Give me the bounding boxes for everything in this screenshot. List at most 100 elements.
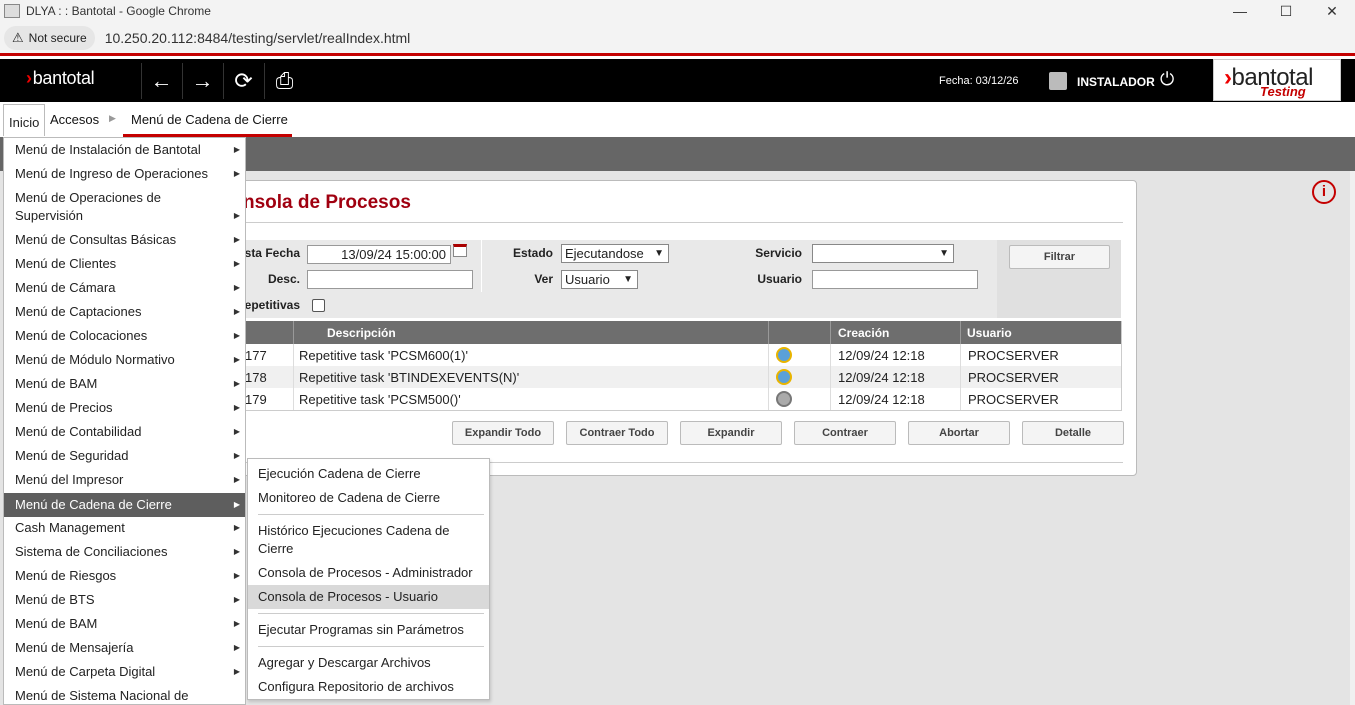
app-header: ›bantotal ← → ⟳ ⎙ Fecha: 03/12/26 INSTAL… xyxy=(0,59,1355,102)
menu-item-bts[interactable]: Menú de BTS ▶ xyxy=(4,591,245,609)
security-label: Not secure xyxy=(28,30,87,45)
usuario-input[interactable] xyxy=(812,270,978,289)
detalle-button[interactable]: Detalle xyxy=(1022,421,1124,445)
chevron-right-icon: ▶ xyxy=(233,451,240,460)
power-icon[interactable]: ⏻ xyxy=(1160,69,1174,90)
submenu-item-ejecutar-programas[interactable]: Ejecutar Programas sin Parámetros xyxy=(248,621,489,639)
chevron-down-icon: ▼ xyxy=(623,274,633,285)
menu-item-seguridad[interactable]: Menú de Seguridad ▶ xyxy=(4,447,245,465)
repetitivas-checkbox[interactable] xyxy=(312,299,325,312)
grid-border xyxy=(243,321,1122,411)
submenu-divider xyxy=(258,646,484,647)
estado-select[interactable]: Ejecutandose ▼ xyxy=(561,244,669,263)
menu-item-precios[interactable]: Menú de Precios ▶ xyxy=(4,399,245,417)
bantotal-logo[interactable]: ›bantotal xyxy=(26,68,95,89)
submenu-item-repositorio[interactable]: Configura Repositorio de archivos xyxy=(248,678,489,696)
expandir-todo-button[interactable]: Expandir Todo xyxy=(452,421,554,445)
menu-item-sistema-nacional[interactable]: Menú de Sistema Nacional de xyxy=(4,687,245,704)
breadcrumb: Inicio Accesos ▶ Menú de Cadena de Cierr… xyxy=(0,102,1355,137)
repetitivas-label: epetitivas xyxy=(244,298,300,312)
cadena-cierre-submenu: Ejecución Cadena de Cierre Monitoreo de … xyxy=(247,458,490,700)
page-title: nsola de Procesos xyxy=(243,192,411,213)
fecha-filter-input[interactable]: 13/09/24 15:00:00 xyxy=(307,245,451,264)
estado-label: Estado xyxy=(512,246,553,260)
submenu-item-monitoreo[interactable]: Monitoreo de Cadena de Cierre xyxy=(248,489,489,507)
minimize-button[interactable]: — xyxy=(1217,0,1263,22)
chevron-right-icon: ▶ xyxy=(233,169,240,178)
arrow-left-icon[interactable]: ← xyxy=(141,63,181,99)
desc-input[interactable] xyxy=(307,270,473,289)
contraer-todo-button[interactable]: Contraer Todo xyxy=(566,421,668,445)
close-button[interactable]: ✕ xyxy=(1309,0,1355,22)
menu-item-instalacion[interactable]: Menú de Instalación de Bantotal ▶ xyxy=(4,141,245,159)
chevron-right-icon: ▶ xyxy=(233,571,240,580)
ver-value: Usuario xyxy=(565,272,610,287)
arrow-right-icon[interactable]: → xyxy=(182,63,222,99)
menu-item-cash-management[interactable]: Cash Management ▶ xyxy=(4,519,245,537)
brand-environment: Testing xyxy=(1260,84,1306,99)
submenu-item-consola-usuario[interactable]: Consola de Procesos - Usuario xyxy=(248,585,489,609)
refresh-icon[interactable]: ⟳ xyxy=(223,63,263,99)
chevron-right-icon: ▶ xyxy=(233,547,240,556)
menu-item-mensajeria[interactable]: Menú de Mensajería ▶ xyxy=(4,639,245,657)
chevron-right-icon: ▶ xyxy=(233,145,240,154)
ver-select[interactable]: Usuario ▼ xyxy=(561,270,638,289)
maximize-button[interactable]: ☐ xyxy=(1263,0,1309,22)
submenu-divider xyxy=(258,613,484,614)
breadcrumb-accesos[interactable]: Accesos xyxy=(50,112,99,127)
submenu-item-agregar-archivos[interactable]: Agregar y Descargar Archivos xyxy=(248,654,489,672)
chevron-right-icon: ▶ xyxy=(233,427,240,436)
contraer-button[interactable]: Contraer xyxy=(794,421,896,445)
menu-item-camara[interactable]: Menú de Cámara ▶ xyxy=(4,279,245,297)
security-chip[interactable]: ⚠ Not secure xyxy=(4,25,95,50)
chevron-right-icon: ▶ xyxy=(233,355,240,364)
chevron-right-icon: ▶ xyxy=(233,475,240,484)
info-icon[interactable]: i xyxy=(1312,180,1336,204)
menu-item-carpeta-digital[interactable]: Menú de Carpeta Digital ▶ xyxy=(4,663,245,681)
menu-item-riesgos[interactable]: Menú de Riesgos ▶ xyxy=(4,567,245,585)
expandir-button[interactable]: Expandir xyxy=(680,421,782,445)
menu-item-operaciones-supervision[interactable]: Menú de Operaciones de Supervisión ▶ xyxy=(4,189,245,225)
menu-item-consultas-basicas[interactable]: Menú de Consultas Básicas ▶ xyxy=(4,231,245,249)
main-menu: Menú de Instalación de Bantotal ▶ Menú de… xyxy=(3,137,246,705)
filtrar-button[interactable]: Filtrar xyxy=(1009,245,1110,269)
breadcrumb-current[interactable]: Menú de Cadena de Cierre xyxy=(131,112,288,127)
menu-item-conciliaciones[interactable]: Sistema de Conciliaciones ▶ xyxy=(4,543,245,561)
chevron-right-icon: ▶ xyxy=(233,595,240,604)
menu-item-cadena-cierre[interactable]: Menú de Cadena de Cierre ▶ xyxy=(4,493,245,517)
ver-label: Ver xyxy=(534,272,553,286)
menu-item-contabilidad[interactable]: Menú de Contabilidad ▶ xyxy=(4,423,245,441)
chevron-right-icon: ▶ xyxy=(233,331,240,340)
submenu-item-ejecucion[interactable]: Ejecución Cadena de Cierre xyxy=(248,465,489,483)
username[interactable]: INSTALADOR xyxy=(1077,75,1155,89)
url-field[interactable]: 10.250.20.112:8484/testing/servlet/realI… xyxy=(105,30,411,46)
window-titlebar: DLYA : : Bantotal - Google Chrome — ☐ ✕ xyxy=(0,0,1355,22)
menu-item-impresor[interactable]: Menú del Impresor ▶ xyxy=(4,471,245,489)
chevron-right-icon: ▶ xyxy=(233,667,240,676)
submenu-divider xyxy=(258,514,484,515)
breadcrumb-separator-icon: ▶ xyxy=(109,113,116,123)
breadcrumb-home[interactable]: Inicio xyxy=(3,104,45,136)
page-scrollbar[interactable] xyxy=(1350,171,1355,705)
print-icon[interactable]: ⎙ xyxy=(264,63,304,99)
menu-item-colocaciones[interactable]: Menú de Colocaciones ▶ xyxy=(4,327,245,345)
menu-item-ingreso-operaciones[interactable]: Menú de Ingreso de Operaciones ▶ xyxy=(4,165,245,183)
submenu-item-consola-admin[interactable]: Consola de Procesos - Administrador xyxy=(248,564,489,582)
menu-item-bam[interactable]: Menú de BAM ▶ xyxy=(4,375,245,393)
title-divider xyxy=(243,222,1123,223)
chevron-right-icon: ▶ xyxy=(233,235,240,244)
menu-item-clientes[interactable]: Menú de Clientes ▶ xyxy=(4,255,245,273)
desc-label: Desc. xyxy=(267,272,300,286)
chevron-right-icon: ▶ xyxy=(233,379,240,388)
menu-item-captaciones[interactable]: Menú de Captaciones ▶ xyxy=(4,303,245,321)
submenu-item-historico[interactable]: Histórico Ejecuciones Cadena de Cierre xyxy=(248,522,489,558)
menu-item-modulo-normativo[interactable]: Menú de Módulo Normativo ▶ xyxy=(4,351,245,369)
chevron-right-icon: ▶ xyxy=(233,643,240,652)
chevron-right-icon: ▶ xyxy=(233,619,240,628)
calendar-icon[interactable] xyxy=(453,244,467,257)
abortar-button[interactable]: Abortar xyxy=(908,421,1010,445)
servicio-select[interactable]: ▼ xyxy=(812,244,954,263)
fecha-filter-label: sta Fecha xyxy=(244,246,300,260)
app-icon xyxy=(4,4,20,18)
menu-item-bam-2[interactable]: Menú de BAM ▶ xyxy=(4,615,245,633)
